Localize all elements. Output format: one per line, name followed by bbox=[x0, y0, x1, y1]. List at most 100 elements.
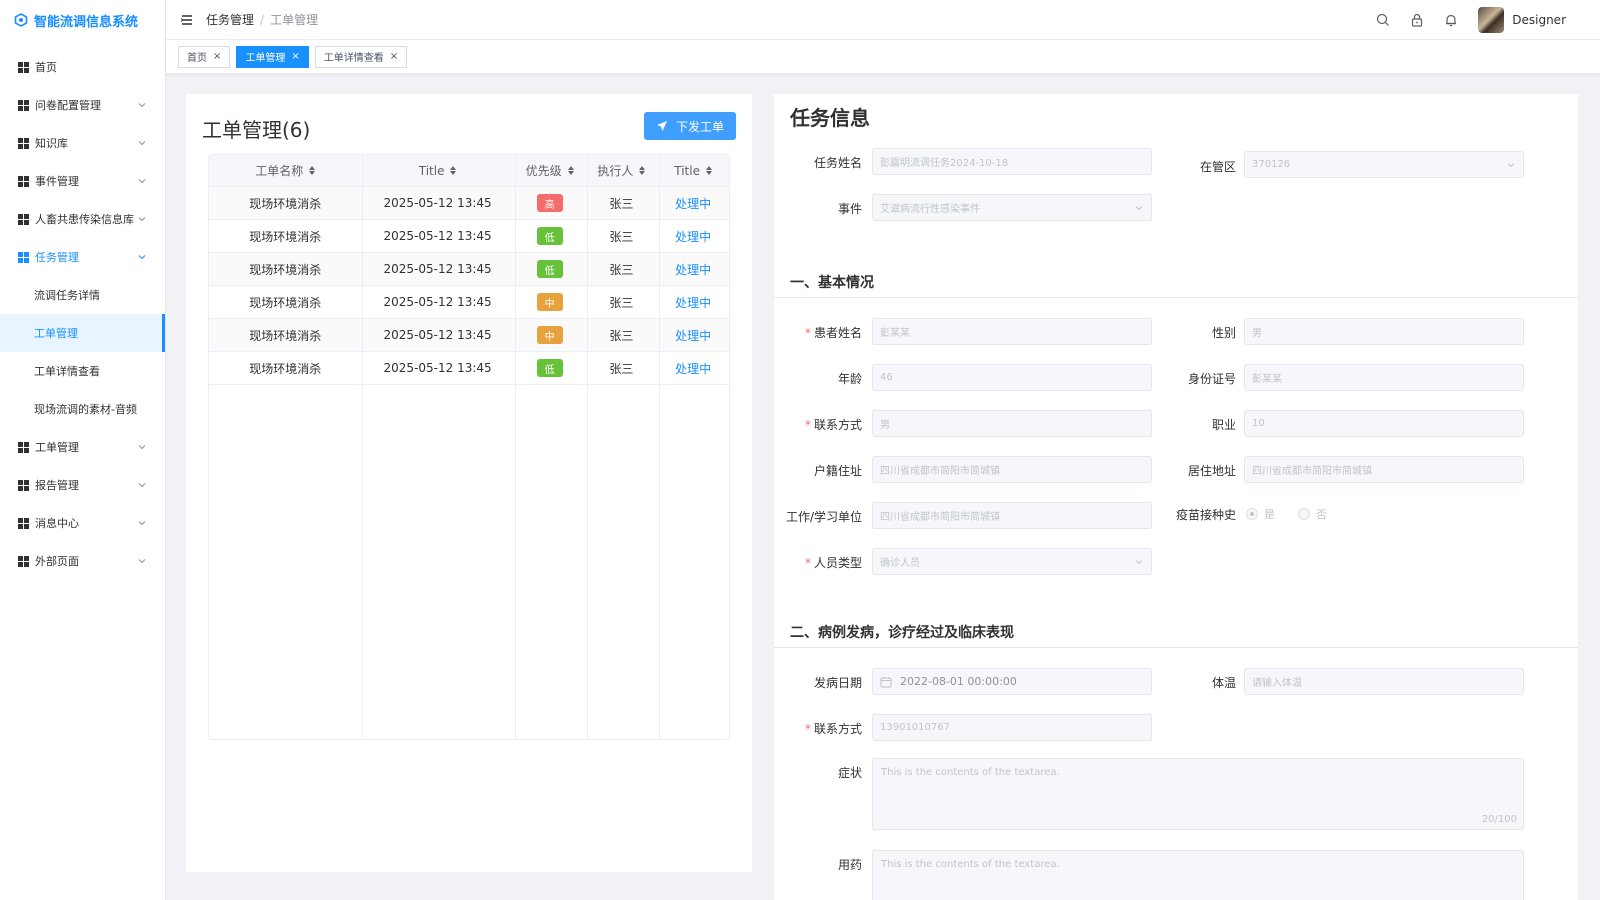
contact-field[interactable]: 男 bbox=[872, 410, 1152, 437]
gender-field[interactable]: 男 bbox=[1244, 318, 1524, 345]
user-name[interactable]: Designer bbox=[1512, 13, 1566, 27]
status-link[interactable]: 处理中 bbox=[675, 360, 711, 377]
table-row[interactable]: 现场环境消杀 2025-05-12 13:45 低 张三 处理中 bbox=[209, 253, 729, 286]
temperature-input[interactable]: 请输入体温 bbox=[1244, 668, 1524, 695]
cell-name: 现场环境消杀 bbox=[249, 229, 322, 244]
calendar-icon bbox=[880, 676, 892, 687]
district-value: 370126 bbox=[1252, 159, 1291, 170]
table-row[interactable]: 现场环境消杀 2025-05-12 13:45 中 张三 处理中 bbox=[209, 319, 729, 352]
work-order-card: 工单管理(6) 下发工单 工单名称 Title 优先级 执行人 Title 现场… bbox=[186, 94, 752, 872]
table-row[interactable]: 现场环境消杀 2025-05-12 13:45 低 张三 处理中 bbox=[209, 220, 729, 253]
sort-icon[interactable] bbox=[309, 166, 316, 175]
vaccine-no-radio[interactable]: 否 bbox=[1298, 506, 1327, 522]
contact2-field[interactable]: 13901010767 bbox=[872, 714, 1152, 741]
sidebar-subitem-label: 工单详情查看 bbox=[34, 365, 100, 378]
work-unit-field[interactable]: 四川省成都市简阳市简城镇 bbox=[872, 502, 1152, 529]
close-icon[interactable]: × bbox=[213, 51, 221, 62]
residence-address-value: 四川省成都市简阳市简城镇 bbox=[1252, 466, 1372, 477]
sort-icon[interactable] bbox=[639, 166, 646, 175]
close-icon[interactable]: × bbox=[390, 51, 398, 62]
column-header-name[interactable]: 工单名称 bbox=[209, 155, 361, 186]
status-link[interactable]: 处理中 bbox=[675, 195, 711, 212]
sidebar-item-work-orders[interactable]: 工单管理 bbox=[0, 428, 165, 466]
household-address-field[interactable]: 四川省成都市简阳市简城镇 bbox=[872, 456, 1152, 483]
status-link[interactable]: 处理中 bbox=[675, 228, 711, 245]
status-link[interactable]: 处理中 bbox=[675, 261, 711, 278]
column-header-status[interactable]: Title bbox=[657, 155, 729, 186]
symptom-textarea[interactable]: This is the contents of the textarea. 20… bbox=[872, 758, 1524, 830]
cell-priority: 低 bbox=[514, 352, 586, 384]
cell-assignee: 张三 bbox=[609, 196, 634, 211]
sidebar-subitem-work-orders[interactable]: 工单管理 bbox=[0, 314, 165, 352]
cell-status: 处理中 bbox=[657, 352, 729, 384]
table-body: 现场环境消杀 2025-05-12 13:45 高张三 处理中 现场环境消杀 2025-0… bbox=[209, 187, 729, 385]
event-select[interactable]: 艾滋病流行性感染事件 bbox=[872, 194, 1152, 221]
tag-work-order-view[interactable]: 工单详情查看 × bbox=[314, 45, 408, 68]
breadcrumb-item[interactable]: 任务管理 bbox=[206, 13, 254, 27]
column-header-title[interactable]: Title bbox=[361, 155, 513, 186]
status-link[interactable]: 处理中 bbox=[675, 294, 711, 311]
chevron-down-icon bbox=[138, 141, 146, 146]
age-field[interactable]: 46 bbox=[872, 364, 1152, 391]
sidebar-item-zoonosis[interactable]: 人畜共患传染信息库 bbox=[0, 200, 165, 238]
avatar[interactable] bbox=[1478, 7, 1505, 33]
status-link[interactable]: 处理中 bbox=[675, 327, 711, 344]
chevron-down-icon bbox=[138, 255, 146, 260]
sort-icon[interactable] bbox=[705, 166, 712, 175]
task-name-value: 彭震明流调任务2024-10-18 bbox=[880, 158, 1009, 169]
id-number-field[interactable]: 彭某某 bbox=[1244, 364, 1524, 391]
onset-date-picker[interactable]: 2022-08-01 00:00:00 bbox=[872, 668, 1152, 695]
sidebar-item-label: 问卷配置管理 bbox=[35, 99, 101, 112]
vaccine-yes-radio[interactable]: 是 bbox=[1246, 506, 1275, 522]
sidebar-item-events[interactable]: 事件管理 bbox=[0, 162, 165, 200]
cell-status: 处理中 bbox=[657, 220, 729, 252]
cell-name: 现场环境消杀 bbox=[249, 196, 322, 211]
issue-work-order-button[interactable]: 下发工单 bbox=[644, 112, 736, 140]
app-logo[interactable]: 智能流调信息系统 bbox=[0, 0, 165, 40]
sidebar-item-questionnaire[interactable]: 问卷配置管理 bbox=[0, 86, 165, 124]
priority-badge: 中 bbox=[536, 326, 563, 344]
bell-icon[interactable] bbox=[1444, 13, 1458, 27]
sidebar-item-reports[interactable]: 报告管理 bbox=[0, 466, 165, 504]
radio-label: 是 bbox=[1264, 508, 1275, 521]
logo-icon bbox=[14, 13, 28, 27]
sidebar-item-home[interactable]: 首页 bbox=[0, 48, 165, 86]
column-header-priority[interactable]: 优先级 bbox=[514, 155, 586, 186]
cell-time: 2025-05-12 13:45 bbox=[383, 328, 492, 342]
cell-assignee: 张三 bbox=[609, 229, 634, 244]
district-select[interactable]: 370126 bbox=[1244, 151, 1524, 178]
sidebar-item-tasks[interactable]: 任务管理 bbox=[0, 238, 165, 276]
sort-icon[interactable] bbox=[567, 166, 574, 175]
task-name-field[interactable]: 彭震明流调任务2024-10-18 bbox=[872, 148, 1152, 175]
vaccine-history-label: 疫苗接种史 bbox=[1175, 508, 1236, 522]
person-type-select[interactable]: 确诊人员 bbox=[872, 548, 1152, 575]
occupation-field[interactable]: 10 bbox=[1244, 410, 1524, 437]
sidebar-item-messages[interactable]: 消息中心 bbox=[0, 504, 165, 542]
tags-view: 首页 × 工单管理 × 工单详情查看 × bbox=[166, 40, 1600, 74]
chevron-down-icon bbox=[138, 483, 146, 488]
close-icon[interactable]: × bbox=[291, 51, 299, 62]
tag-home[interactable]: 首页 × bbox=[178, 45, 231, 68]
sidebar-subitem-work-order-view[interactable]: 工单详情查看 bbox=[0, 352, 165, 390]
residence-address-field[interactable]: 四川省成都市简阳市简城镇 bbox=[1244, 456, 1524, 483]
sidebar-subitem-audio[interactable]: 现场流调的素材-音频 bbox=[0, 390, 165, 428]
medicine-textarea[interactable]: This is the contents of the textarea. bbox=[872, 850, 1524, 900]
table-row[interactable]: 现场环境消杀 2025-05-12 13:45 低 张三 处理中 bbox=[209, 352, 729, 385]
hamburger-icon[interactable] bbox=[180, 13, 194, 27]
sidebar-item-external[interactable]: 外部页面 bbox=[0, 542, 165, 580]
chevron-down-icon bbox=[138, 445, 146, 450]
table-row[interactable]: 现场环境消杀 2025-05-12 13:45 中 张三 处理中 bbox=[209, 286, 729, 319]
lock-icon[interactable] bbox=[1410, 13, 1424, 27]
column-header-assignee[interactable]: 执行人 bbox=[586, 155, 658, 186]
gender-value: 男 bbox=[1252, 328, 1262, 339]
patient-name-field[interactable]: 彭某某 bbox=[872, 318, 1152, 345]
search-icon[interactable] bbox=[1376, 13, 1390, 27]
cell-priority: 高 bbox=[514, 187, 586, 219]
radio-label: 否 bbox=[1316, 508, 1327, 521]
sort-icon[interactable] bbox=[450, 166, 457, 175]
tag-work-orders[interactable]: 工单管理 × bbox=[236, 45, 309, 68]
sidebar-item-knowledge[interactable]: 知识库 bbox=[0, 124, 165, 162]
chevron-down-icon bbox=[138, 217, 146, 222]
sidebar-subitem-task-detail[interactable]: 流调任务详情 bbox=[0, 276, 165, 314]
table-row[interactable]: 现场环境消杀 2025-05-12 13:45 高 张三 处理中 bbox=[209, 187, 729, 220]
